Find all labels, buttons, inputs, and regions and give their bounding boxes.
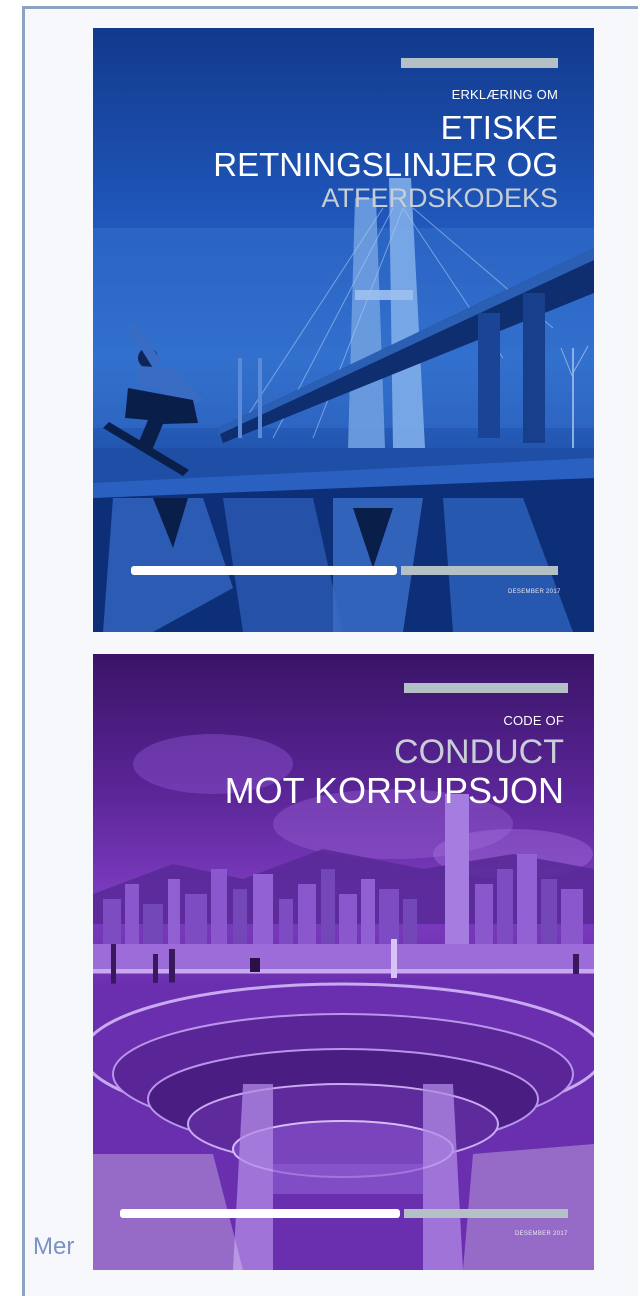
cover-title-line3: ATFERDSKODEKS	[321, 183, 558, 213]
top-accent-bar	[404, 683, 568, 693]
cover-date: DESEMBER 2017	[508, 589, 561, 595]
cover-title-line2: RETNINGSLINJER OG	[213, 146, 558, 183]
cover-title-block: CODE OF CONDUCT MOT KORRUPSJON	[225, 714, 564, 809]
cover-date: DESEMBER 2017	[515, 1231, 568, 1237]
anti-corruption-cover-image[interactable]: CODE OF CONDUCT MOT KORRUPSJON DESEMBER …	[93, 654, 594, 1270]
cover-title-line2: MOT KORRUPSJON	[224, 770, 564, 811]
more-link[interactable]: Mer	[33, 1233, 74, 1261]
bottom-accent-bar-white	[131, 566, 397, 575]
cover-title-line1: CONDUCT	[394, 733, 564, 771]
bottom-accent-bar-grey	[404, 1209, 568, 1218]
cover-title-block: ERKLÆRING OM ETISKE RETNINGSLINJER OG AT…	[213, 88, 558, 212]
cover-kicker: CODE OF	[503, 713, 564, 728]
cover-title-line1: ETISKE	[440, 109, 558, 146]
top-accent-bar	[401, 58, 558, 68]
bottom-accent-bar-white	[120, 1209, 400, 1218]
cover-kicker: ERKLÆRING OM	[451, 87, 558, 102]
ethics-code-cover-image[interactable]: ERKLÆRING OM ETISKE RETNINGSLINJER OG AT…	[93, 28, 594, 632]
bottom-accent-bar-grey	[401, 566, 558, 575]
